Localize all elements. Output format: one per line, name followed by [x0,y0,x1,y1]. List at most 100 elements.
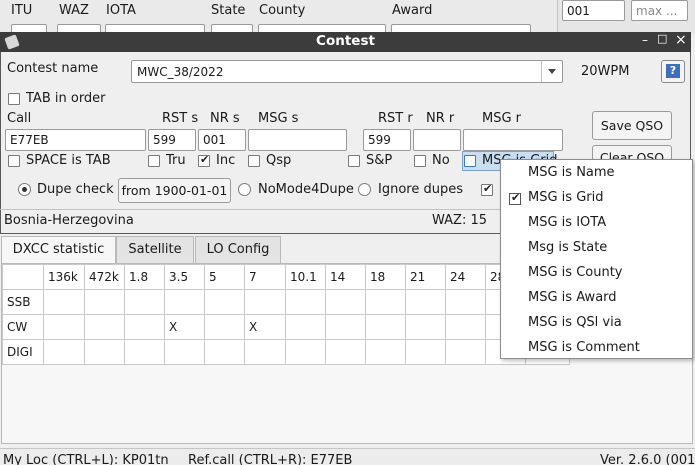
table-cell [43,289,85,315]
nr-s-input[interactable]: 001 [198,129,246,151]
table-cell [43,314,85,340]
tru-checkbox[interactable] [148,155,160,167]
mode-label: SSB [2,289,44,315]
inc-checkbox[interactable] [198,153,210,167]
from-date-button[interactable]: from 1900-01-01 [118,178,231,203]
tru-label: Tru [166,153,186,168]
menu-item-msg-is-comment[interactable]: MSG is Comment [528,340,640,355]
table-cell [84,289,125,315]
rst-r-header: RST r [378,111,413,126]
menu-item-msg-is-county[interactable]: MSG is County [528,265,623,280]
msg-s-input[interactable] [248,129,347,151]
band-header: 3.5 [164,264,205,290]
nr-r-input[interactable] [413,129,461,151]
table-cell [244,339,286,365]
table-row: SSB [2,289,570,315]
snp-checkbox[interactable] [348,155,360,167]
dxcc-statistic-table: 136k 472k 1.8 3.5 5 7 10.1 14 18 21 24 2… [2,264,570,365]
help-icon: ? [666,64,680,78]
table-cell [124,339,165,365]
table-cell [84,314,125,340]
waz-header: WAZ [59,3,89,18]
bg-max-field[interactable]: max ... [631,0,688,21]
table-cell [285,289,326,315]
rst-r-input[interactable]: 599 [363,129,411,151]
band-header: 136k [43,264,85,290]
maximize-icon[interactable]: □ [657,32,667,45]
table-cell [325,289,366,315]
nomode4dupe-radio[interactable] [238,183,251,196]
ref-call-label: Ref.call (CTRL+R): E77EB [188,453,353,465]
msg-r-input[interactable] [463,129,563,151]
band-header: 472k [84,264,125,290]
ignore-dupes-radio[interactable] [358,183,371,196]
tab-dxcc-statistic[interactable]: DXCC statistic [1,236,116,264]
table-cell [405,339,446,365]
county-header: County [259,3,306,18]
tab-lo-config[interactable]: LO Config [195,236,281,263]
table-cell [445,314,486,340]
contest-name-label: Contest name [7,61,99,76]
menu-item-msg-is-qsl-via[interactable]: MSG is QSl via [528,315,622,330]
nr-r-header: NR r [426,111,455,126]
close-icon[interactable]: × [675,32,687,48]
menu-item-msg-is-state[interactable]: Msg is State [528,240,607,255]
menu-item-msg-is-iota[interactable]: MSG is IOTA [528,215,606,230]
version-label: Ver. 2.6.0 (001 [600,453,695,465]
call-header: Call [7,111,32,126]
mode-label: CW [2,314,44,340]
footer-bar: My Loc (CTRL+L): KP01tn Ref.call (CTRL+R… [0,448,695,465]
minimize-icon[interactable]: – [642,33,648,47]
contest-name-select[interactable]: MWC_38/2022 [131,60,563,83]
state-header: State [211,3,246,18]
table-cell [285,314,326,340]
bg-right-field[interactable]: 001 [562,0,625,21]
band-header: 5 [204,264,245,290]
background-window: ITU WAZ IOTA State County Award 001 max … [0,0,695,34]
space-is-tab-label: SPACE is TAB [26,153,111,168]
msg-type-menu: MSG is Name MSG is Grid MSG is IOTA Msg … [500,159,693,359]
tab-in-order-label: TAB in order [26,91,106,106]
rst-s-input[interactable]: 599 [148,129,196,151]
table-row: DIGI [2,339,570,365]
save-qso-button[interactable]: Save QSO [592,111,672,140]
table-cell [365,314,406,340]
band-header: 18 [365,264,406,290]
band-header: 1.8 [124,264,165,290]
itu-header: ITU [11,3,33,18]
help-button[interactable]: ? [661,60,685,83]
menu-item-msg-is-grid[interactable]: MSG is Grid [528,190,603,205]
no-checkbox[interactable] [414,155,426,167]
contest-title-bar[interactable]: Contest – □ × [0,32,691,52]
country-label: Bosnia-Herzegovina [4,213,134,228]
tab-satellite[interactable]: Satellite [116,236,194,263]
table-cell [204,289,245,315]
iota-header: IOTA [106,3,136,18]
msg-is-grid-checkbox[interactable] [464,155,476,167]
dupe-check-radio[interactable] [18,183,31,196]
table-cell [325,339,366,365]
space-is-tab-checkbox[interactable] [8,155,20,167]
dropdown-divider [541,61,542,82]
tab-in-order-checkbox[interactable] [8,93,20,105]
msg-s-header: MSG s [258,111,299,126]
table-cell [445,289,486,315]
qsp-checkbox[interactable] [248,155,260,167]
chevron-down-icon[interactable] [548,69,556,74]
call-input[interactable]: E77EB [5,129,146,151]
dupe-check-label: Dupe check [37,182,114,197]
table-cell [405,314,446,340]
contest-name-value: MWC_38/2022 [137,65,224,79]
table-cell [405,289,446,315]
menu-item-msg-is-award[interactable]: MSG is Award [528,290,617,305]
table-cell [325,314,366,340]
band-header: 24 [445,264,486,290]
inc-label: Inc [216,153,236,168]
table-cell [164,289,205,315]
rst-s-header: RST s [162,111,199,126]
band-header: 21 [405,264,446,290]
menu-item-msg-is-name[interactable]: MSG is Name [528,165,615,180]
extra-checkbox[interactable] [481,182,493,196]
table-cell [164,339,205,365]
msg-r-header: MSG r [482,111,522,126]
